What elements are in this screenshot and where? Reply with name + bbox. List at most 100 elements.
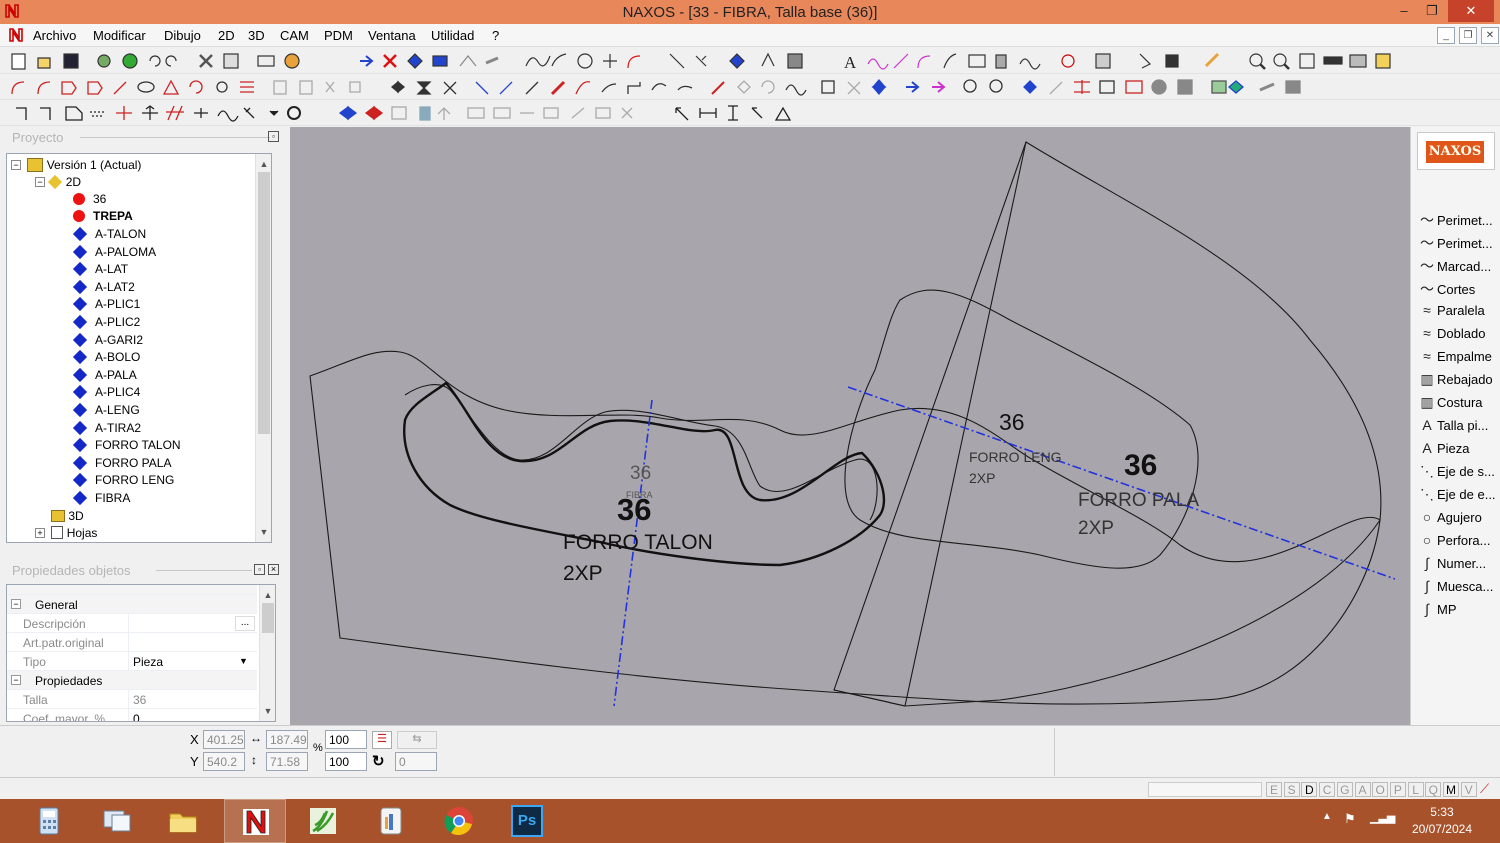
tree-item[interactable]: A-PLIC1 xyxy=(72,297,140,314)
menu-utilidad[interactable]: Utilidad xyxy=(431,28,474,43)
x-coordinate-field[interactable]: 401.25 xyxy=(203,730,245,749)
taskbar-desktop[interactable] xyxy=(86,799,148,843)
restore-button[interactable]: ❐ xyxy=(1418,0,1446,22)
height-field[interactable]: 71.58 xyxy=(266,752,308,771)
status-toggle[interactable]: L xyxy=(1407,782,1424,797)
palette-item[interactable]: ∫ Numer... xyxy=(1417,555,1486,577)
angle-field[interactable]: 0 xyxy=(395,752,437,771)
status-toggle[interactable]: O xyxy=(1372,782,1389,797)
palette-item[interactable]: ▥ Costura xyxy=(1417,394,1482,416)
palette-item[interactable]: ⋱ Eje de s... xyxy=(1417,463,1495,485)
status-toggle[interactable]: A xyxy=(1354,782,1371,797)
tree-item[interactable]: A-PLIC4 xyxy=(72,385,140,402)
palette-item[interactable]: A Pieza xyxy=(1417,440,1469,462)
taskbar-green-app[interactable] xyxy=(292,799,354,843)
palette-item[interactable]: ○ Perfora... xyxy=(1417,532,1491,554)
menu-2d[interactable]: 2D xyxy=(218,28,235,43)
collapse-icon[interactable]: − xyxy=(11,599,21,609)
menu-archivo[interactable]: Archivo xyxy=(33,28,76,43)
close-panel-icon[interactable]: × xyxy=(268,564,279,575)
dropdown-icon[interactable]: ▼ xyxy=(239,656,248,666)
tree-item[interactable]: A-TALON xyxy=(72,226,146,243)
section-general[interactable]: − General xyxy=(7,595,257,614)
tree-node-sheets[interactable]: + Hojas xyxy=(35,525,97,542)
status-toggle[interactable]: P xyxy=(1389,782,1406,797)
status-toggle[interactable]: S xyxy=(1283,782,1300,797)
artpatr-field[interactable] xyxy=(128,633,256,652)
menu-modificar[interactable]: Modificar xyxy=(93,28,146,43)
drawing-canvas[interactable]: 36 FIBRA 36 FORRO TALON 2XP 36 FORRO LEN… xyxy=(290,127,1410,725)
flag-icon[interactable]: ⚑ xyxy=(1344,811,1356,827)
scale-x-field[interactable]: 100 xyxy=(325,730,367,749)
tree-item[interactable]: A-LAT xyxy=(72,261,128,278)
tree-item[interactable]: A-LAT2 xyxy=(72,279,135,296)
dock-icon[interactable]: ▫ xyxy=(254,564,265,575)
tree-item[interactable]: A-GARI2 xyxy=(72,332,143,349)
collapse-icon[interactable]: − xyxy=(11,159,21,170)
width-field[interactable]: 187.49 xyxy=(266,730,308,749)
tree-item[interactable]: A-BOLO xyxy=(72,349,140,366)
tipo-select[interactable]: Pieza xyxy=(128,652,256,671)
tree-item[interactable]: A-PALOMA xyxy=(72,244,156,261)
tree-root[interactable]: − Versión 1 (Actual) xyxy=(11,157,141,174)
system-clock[interactable]: 5:33 20/07/2024 xyxy=(1412,804,1472,838)
toolbar-icons-3[interactable] xyxy=(0,100,1500,126)
scroll-thumb[interactable] xyxy=(258,172,270,434)
palette-item[interactable]: A Talla pi... xyxy=(1417,417,1488,439)
document-icon[interactable] xyxy=(8,27,24,43)
mdi-minimize-button[interactable]: _ xyxy=(1437,27,1455,44)
scroll-down-icon[interactable]: ▼ xyxy=(256,524,271,540)
list-tool-icon[interactable]: ☰ xyxy=(372,731,392,749)
mdi-close-button[interactable]: ✕ xyxy=(1481,27,1499,44)
palette-item[interactable]: ⋱ Eje de e... xyxy=(1417,486,1496,508)
tree-item[interactable]: FORRO LENG xyxy=(72,473,174,490)
palette-item[interactable]: ∫ MP xyxy=(1417,601,1456,623)
dock-icon[interactable]: ▫ xyxy=(268,131,279,142)
taskbar-calculator[interactable] xyxy=(18,799,80,843)
scroll-thumb[interactable] xyxy=(262,603,274,633)
palette-item[interactable]: 〜 Marcad... xyxy=(1417,256,1491,278)
y-coordinate-field[interactable]: 540.2 xyxy=(203,752,245,771)
status-toggle[interactable]: E xyxy=(1266,782,1282,797)
tree-item[interactable]: A-PALA xyxy=(72,367,137,384)
palette-item[interactable]: 〜 Perimet... xyxy=(1417,233,1493,255)
move-tool-icon[interactable]: ⇆ xyxy=(397,731,437,749)
scroll-down-icon[interactable]: ▼ xyxy=(260,703,275,719)
taskbar-info-app[interactable] xyxy=(360,799,422,843)
tree-item[interactable]: FIBRA xyxy=(72,490,130,507)
status-toggle[interactable]: C xyxy=(1319,782,1336,797)
menu-3d[interactable]: 3D xyxy=(248,28,265,43)
scale-y-field[interactable]: 100 xyxy=(325,752,367,771)
palette-item[interactable]: ≈ Empalme xyxy=(1417,348,1492,370)
tree-node-3d[interactable]: 3D xyxy=(51,508,84,525)
palette-item[interactable]: ≈ Doblado xyxy=(1417,325,1485,347)
tree-item[interactable]: A-TIRA2 xyxy=(72,420,141,437)
toolbar-icons-2[interactable] xyxy=(0,74,1500,100)
section-propiedades[interactable]: − Propiedades xyxy=(7,671,257,690)
tree-scrollbar[interactable]: ▲ ▼ xyxy=(255,154,271,542)
status-toggle[interactable]: M xyxy=(1443,782,1459,797)
mdi-restore-button[interactable]: ❐ xyxy=(1459,27,1477,44)
status-toggle[interactable]: D xyxy=(1301,782,1318,797)
tree-item[interactable]: FORRO TALON xyxy=(72,437,181,454)
expand-icon[interactable]: + xyxy=(35,527,45,538)
tree-item[interactable]: FORRO PALA xyxy=(72,455,171,472)
close-button[interactable]: ✕ xyxy=(1448,0,1494,22)
taskbar-photoshop[interactable]: Ps xyxy=(496,799,558,843)
menu-dibujo[interactable]: Dibujo xyxy=(164,28,201,43)
properties-scrollbar[interactable]: ▲ ▼ xyxy=(259,585,275,721)
tree-item[interactable]: A-LENG xyxy=(72,402,140,419)
tree-item[interactable]: TREPA xyxy=(73,209,133,226)
coef-field[interactable]: 0 xyxy=(128,709,256,721)
palette-item[interactable]: ○ Agujero xyxy=(1417,509,1482,531)
palette-item[interactable]: ▥ Rebajado xyxy=(1417,371,1492,393)
scroll-up-icon[interactable]: ▲ xyxy=(260,587,275,603)
talla-field[interactable]: 36 xyxy=(128,690,256,709)
minimize-button[interactable]: ‒ xyxy=(1390,0,1418,22)
menu-help[interactable]: ? xyxy=(492,28,499,43)
taskbar-chrome[interactable] xyxy=(428,799,490,843)
status-end-icon[interactable]: ⟋ xyxy=(1480,781,1489,797)
taskbar-file-explorer[interactable] xyxy=(152,799,214,843)
rotate-icon[interactable]: ↻ xyxy=(372,752,385,770)
palette-item[interactable]: ∫ Muesca... xyxy=(1417,578,1493,600)
